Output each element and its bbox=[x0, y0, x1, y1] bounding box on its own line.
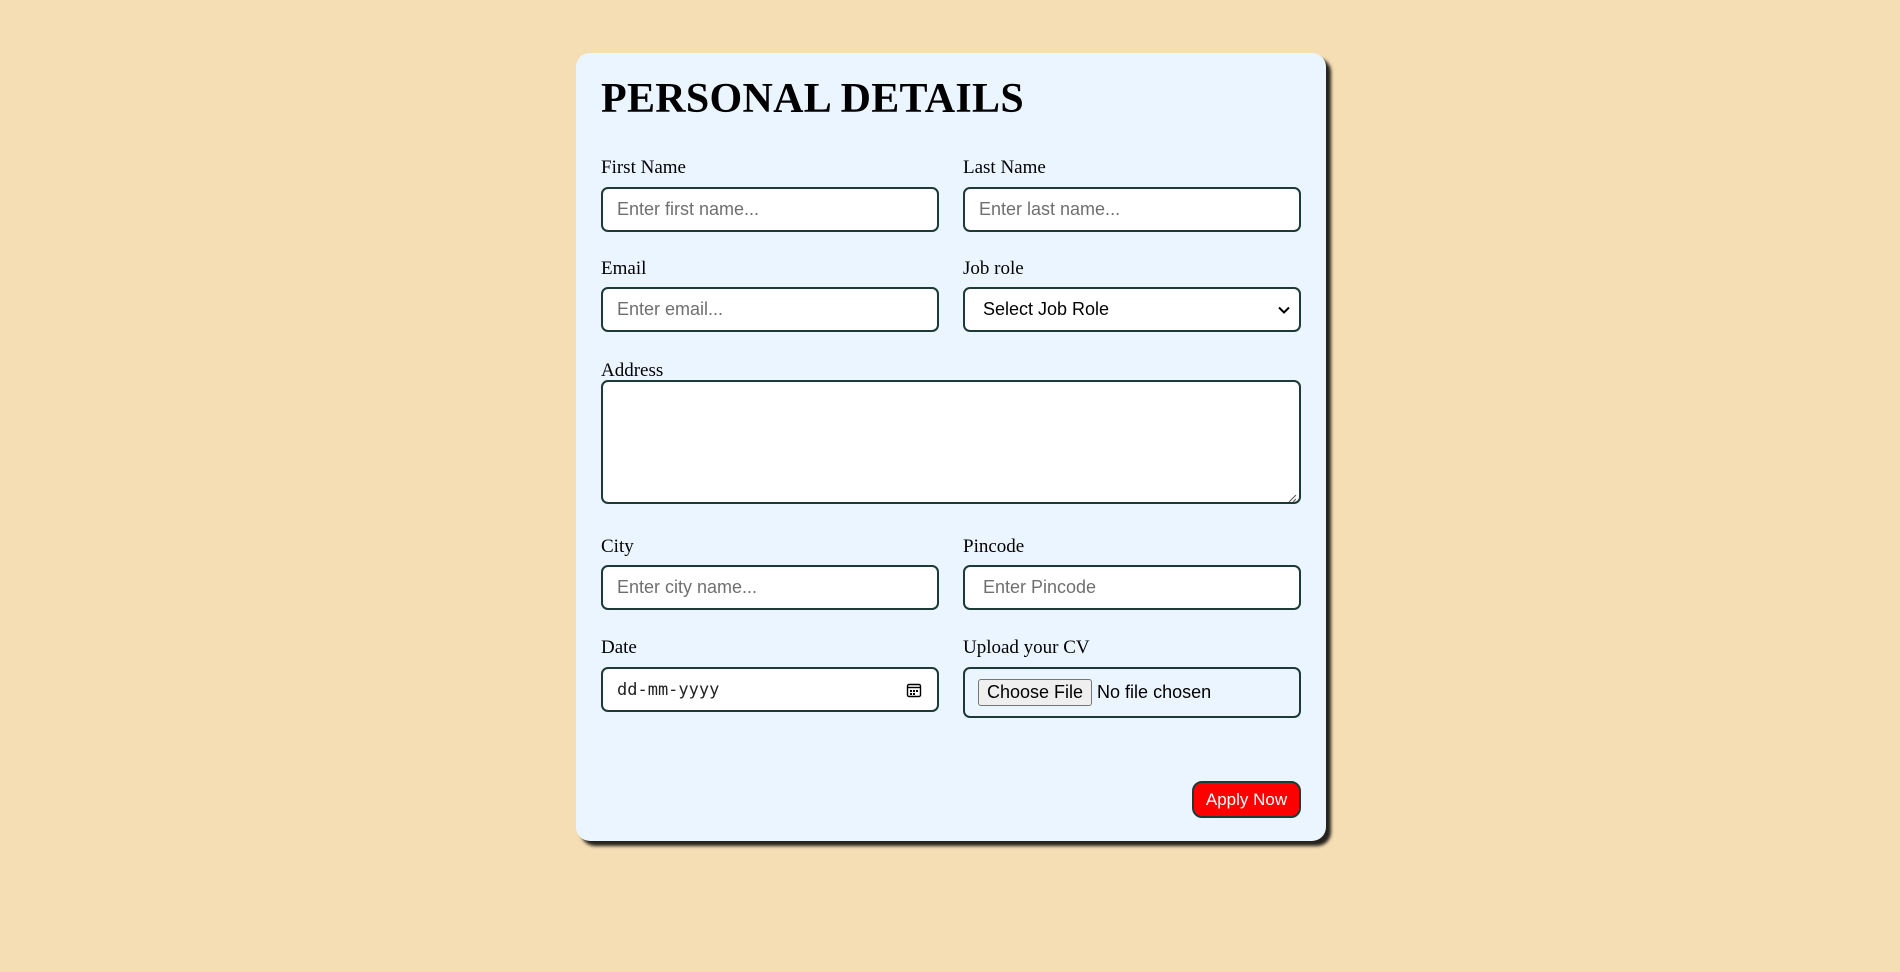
personal-details-card: PERSONAL DETAILS First Name Last Name Em… bbox=[576, 53, 1326, 841]
choose-file-button[interactable]: Choose File bbox=[978, 679, 1093, 706]
chevron-down-icon bbox=[1277, 303, 1291, 317]
first-name-label: First Name bbox=[601, 157, 686, 178]
date-label: Date bbox=[601, 637, 637, 658]
apply-now-button[interactable]: Apply Now bbox=[1192, 781, 1301, 818]
pincode-input[interactable] bbox=[963, 565, 1301, 610]
first-name-input[interactable] bbox=[601, 187, 939, 232]
job-role-label: Job role bbox=[963, 258, 1024, 279]
job-role-select[interactable]: Select Job Role bbox=[963, 287, 1301, 332]
city-label: City bbox=[601, 536, 634, 557]
resize-grip-icon[interactable] bbox=[1287, 490, 1297, 503]
page-title: PERSONAL DETAILS bbox=[601, 76, 1024, 122]
file-status-text: No file chosen bbox=[1097, 682, 1212, 702]
city-input[interactable] bbox=[601, 565, 939, 610]
last-name-input[interactable] bbox=[963, 187, 1301, 232]
email-label: Email bbox=[601, 258, 647, 279]
date-input[interactable]: dd-mm-yyyy bbox=[601, 667, 939, 712]
address-textarea[interactable] bbox=[601, 380, 1301, 504]
cv-upload-field: Choose File No file chosen bbox=[963, 667, 1301, 718]
email-input[interactable] bbox=[601, 287, 939, 332]
calendar-icon[interactable] bbox=[905, 681, 923, 699]
cv-upload-label: Upload your CV bbox=[963, 637, 1090, 658]
date-placeholder: dd-mm-yyyy bbox=[617, 679, 720, 700]
pincode-label: Pincode bbox=[963, 536, 1025, 557]
address-label: Address bbox=[601, 360, 664, 381]
job-role-selected-value: Select Job Role bbox=[983, 299, 1110, 319]
last-name-label: Last Name bbox=[963, 157, 1046, 178]
